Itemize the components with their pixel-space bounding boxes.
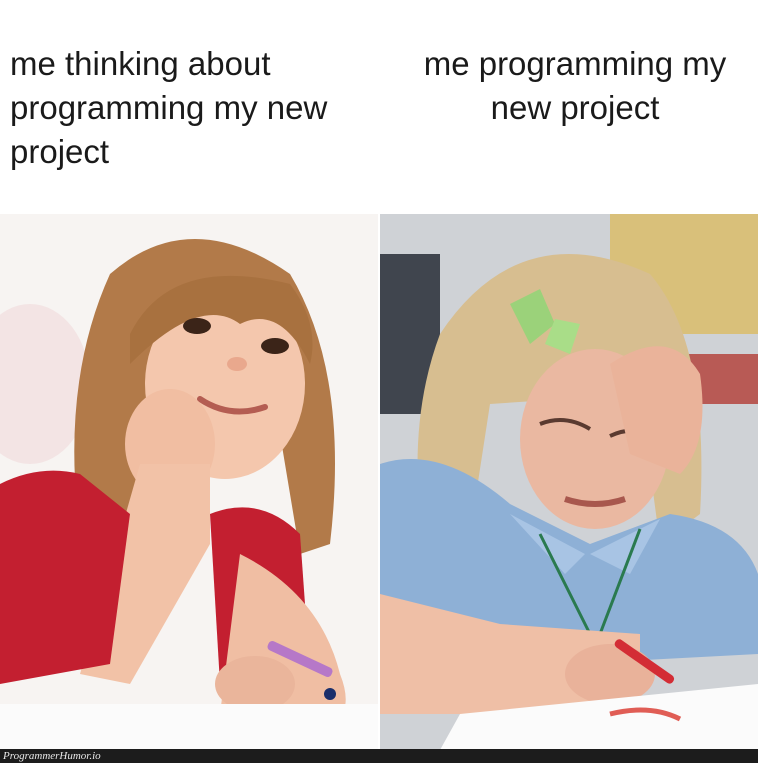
left-caption: me thinking about programming my new pro… — [10, 45, 328, 170]
watermark-text: ProgrammerHumor.io — [3, 750, 101, 762]
left-image-happy-girl — [0, 214, 378, 750]
right-caption: me programming my new project — [423, 45, 727, 126]
right-image-crying-girl — [380, 214, 758, 750]
footer-bar: ProgrammerHumor.io — [0, 749, 758, 763]
